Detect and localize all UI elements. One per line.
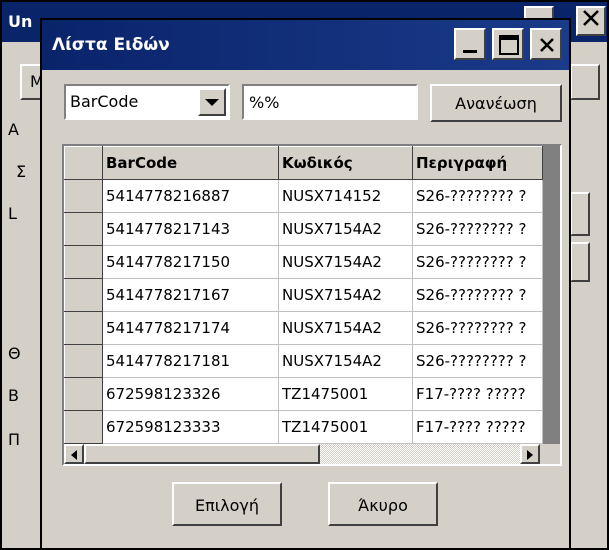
background-close-button[interactable] [576,6,606,36]
column-header-code[interactable]: Κωδικός [278,146,413,180]
cell-code[interactable]: TZ1475001 [278,410,413,444]
background-letter-2: Σ [16,162,27,181]
horizontal-scrollbar[interactable] [64,444,540,464]
select-button-label: Επιλογή [194,496,260,515]
maximize-button[interactable] [492,28,524,60]
background-letter-1: A [8,120,19,139]
row-selector[interactable] [64,179,103,213]
search-field-select-value: BarCode [70,92,139,111]
scroll-left-button[interactable] [64,444,84,464]
cell-description[interactable]: S26-???????? ? [412,212,543,246]
refresh-button-label: Ανανέωση [455,94,537,113]
close-icon [540,38,554,52]
refresh-button[interactable]: Ανανέωση [430,84,562,122]
row-selector[interactable] [64,344,103,378]
cell-barcode[interactable]: 5414778217174 [102,311,279,345]
minimize-icon [463,50,477,53]
table-row[interactable]: 5414778217181 NUSX7154A2 S26-???????? ? [64,344,543,378]
row-selector[interactable] [64,212,103,246]
background-right-stub [570,64,600,100]
cell-description[interactable]: S26-???????? ? [412,245,543,279]
background-right-field-1 [570,192,590,236]
cell-description[interactable]: S26-???????? ? [412,278,543,312]
cell-code[interactable]: NUSX7154A2 [278,212,413,246]
cell-description[interactable]: F17-???? ????? [412,410,543,444]
minimize-button[interactable] [454,28,486,60]
cell-barcode[interactable]: 5414778217150 [102,245,279,279]
column-header-barcode[interactable]: BarCode [102,146,279,180]
cell-barcode[interactable]: 5414778217181 [102,344,279,378]
cell-description[interactable]: S26-???????? ? [412,311,543,345]
cell-description[interactable]: S26-???????? ? [412,344,543,378]
cancel-button-label: Άκυρο [358,496,408,515]
background-letter-4: Θ [8,344,21,363]
row-selector[interactable] [64,410,103,444]
search-field-dropdown-button[interactable] [198,88,226,116]
row-selector[interactable] [64,278,103,312]
cancel-button[interactable]: Άκυρο [328,482,438,526]
cell-barcode[interactable]: 672598123326 [102,377,279,411]
background-right-field-2 [570,242,590,282]
table-header-row: BarCode Κωδικός Περιγραφή [64,146,543,180]
table-row[interactable]: 5414778216887 NUSX714152 S26-???????? ? [64,179,543,213]
table-body: 5414778216887 NUSX714152 S26-???????? ? 541… [64,179,543,444]
scroll-right-button[interactable] [520,444,540,464]
row-header-corner [64,146,103,180]
close-icon [583,10,599,26]
horizontal-scroll-thumb[interactable] [84,444,320,464]
cell-barcode[interactable]: 5414778217167 [102,278,279,312]
background-letter-3: L [8,204,17,223]
cell-description[interactable]: F17-???? ????? [412,377,543,411]
background-letter-5: B [8,386,19,405]
background-window-title: Un [8,12,33,31]
table-row[interactable]: 672598123326 TZ1475001 F17-???? ????? [64,377,543,411]
cell-code[interactable]: NUSX714152 [278,179,413,213]
arrow-right-icon [527,450,533,460]
row-selector[interactable] [64,377,103,411]
table-row[interactable]: 5414778217174 NUSX7154A2 S26-???????? ? [64,311,543,345]
cell-barcode[interactable]: 5414778216887 [102,179,279,213]
table-row[interactable]: 5414778217143 NUSX7154A2 S26-???????? ? [64,212,543,246]
scrollbar-corner [540,444,560,464]
arrow-left-icon [71,450,77,460]
cell-barcode[interactable]: 5414778217143 [102,212,279,246]
table-row[interactable]: 5414778217167 NUSX7154A2 S26-???????? ? [64,278,543,312]
item-list-dialog: Λίστα Ειδών BarCode Ανανέωση BarCode Κωδ… [40,18,571,550]
cell-description[interactable]: S26-???????? ? [412,179,543,213]
row-selector[interactable] [64,245,103,279]
scroll-down-button[interactable] [560,424,562,444]
maximize-icon [499,35,519,55]
cell-code[interactable]: NUSX7154A2 [278,344,413,378]
search-field-select[interactable]: BarCode [64,84,230,120]
cell-code[interactable]: NUSX7154A2 [278,311,413,345]
column-header-description[interactable]: Περιγραφή [412,146,543,180]
vertical-scroll-thumb[interactable] [560,258,562,298]
row-selector[interactable] [64,311,103,345]
table-row[interactable]: 5414778217150 NUSX7154A2 S26-???????? ? [64,245,543,279]
cell-code[interactable]: NUSX7154A2 [278,245,413,279]
table-row[interactable]: 672598123333 TZ1475001 F17-???? ????? [64,410,543,444]
chevron-down-icon [205,99,219,106]
dialog-titlebar: Λίστα Ειδών [42,20,569,70]
dialog-title: Λίστα Ειδών [52,35,170,55]
cell-code[interactable]: NUSX7154A2 [278,278,413,312]
search-input[interactable] [242,84,418,120]
items-table: BarCode Κωδικός Περιγραφή 5414778216887 N… [64,146,543,444]
items-grid[interactable]: BarCode Κωδικός Περιγραφή 5414778216887 N… [62,144,562,466]
cell-code[interactable]: TZ1475001 [278,377,413,411]
scroll-up-button[interactable] [560,146,562,166]
select-button[interactable]: Επιλογή [172,482,282,526]
close-button[interactable] [530,28,562,60]
vertical-scrollbar[interactable] [560,146,562,444]
cell-barcode[interactable]: 672598123333 [102,410,279,444]
background-letter-6: Π [8,430,21,449]
